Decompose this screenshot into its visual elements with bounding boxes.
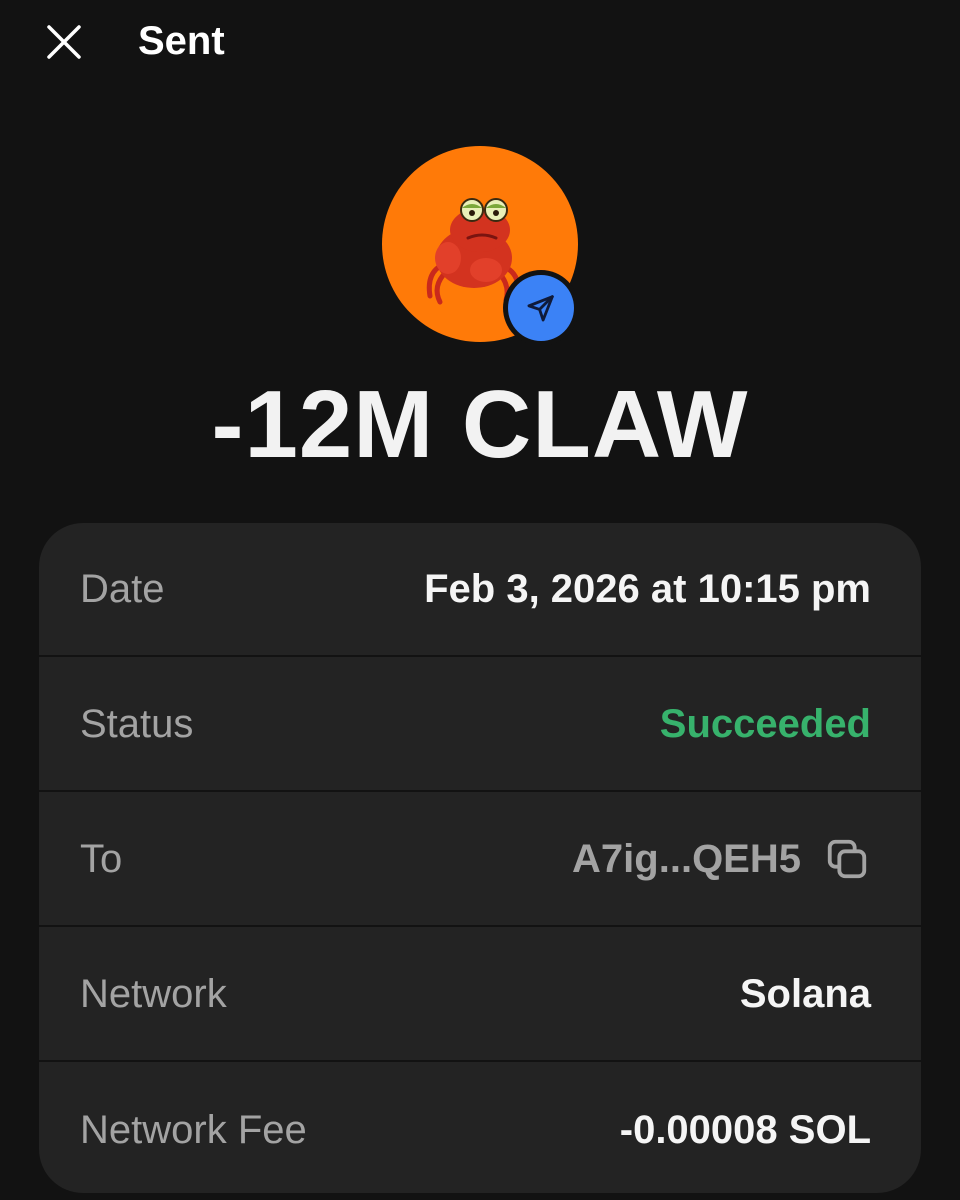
date-row: Date Feb 3, 2026 at 10:15 pm [39,523,921,657]
status-row: Status Succeeded [39,658,921,792]
date-value: Feb 3, 2026 at 10:15 pm [424,566,871,611]
to-row: To A7ig...QEH5 [39,793,921,927]
amount: -12M CLAW [211,371,749,478]
close-icon [47,25,81,59]
to-label: To [80,836,123,881]
status-value: Succeeded [659,701,871,746]
transaction-details-card: Date Feb 3, 2026 at 10:15 pm Status Succ… [39,523,921,1193]
network-label: Network [80,971,227,1016]
network-fee-row: Network Fee -0.00008 SOL [39,1063,921,1193]
network-row: Network Solana [39,928,921,1062]
network-value: Solana [739,971,871,1016]
network-fee-value: -0.00008 SOL [619,1107,871,1152]
to-address: A7ig...QEH5 [572,836,801,881]
network-fee-label: Network Fee [80,1107,307,1152]
copy-address-button[interactable] [823,835,871,883]
to-address-group: A7ig...QEH5 [572,835,871,883]
header: Sent [0,0,960,84]
send-badge [503,270,579,346]
page-title: Sent [138,19,225,63]
date-label: Date [80,566,165,611]
copy-icon [827,839,867,879]
send-arrow-icon [527,295,554,322]
close-button[interactable] [36,14,92,70]
status-label: Status [80,701,194,746]
